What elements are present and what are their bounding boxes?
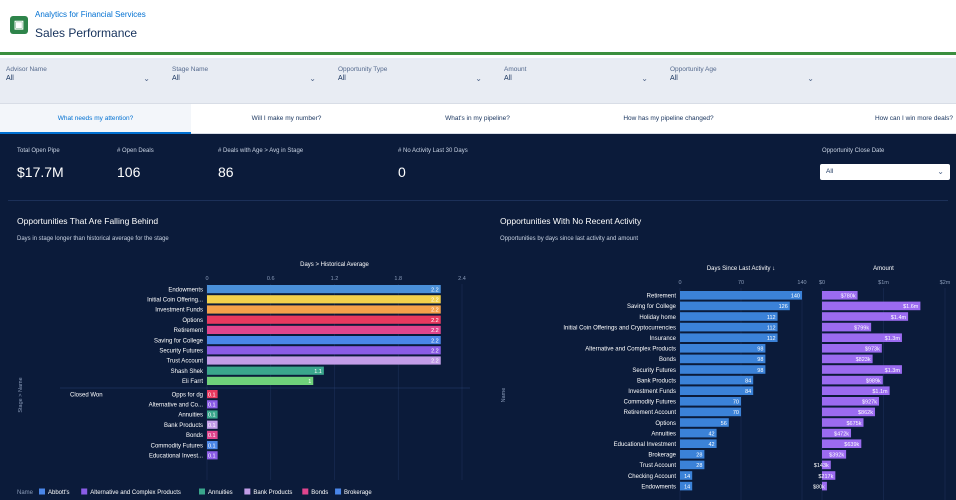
tab-attention[interactable]: What needs my attention? [0, 104, 191, 134]
filter-bar: Advisor Name All ⌄ Stage Name All ⌄ Oppo… [0, 58, 956, 104]
close-date-label: Opportunity Close Date [822, 148, 885, 154]
chevron-down-icon[interactable]: ⌄ [309, 74, 316, 83]
filter-value: All [6, 75, 14, 82]
filter-label: Opportunity Age [670, 66, 717, 73]
building-icon: ▣ [10, 16, 28, 34]
close-date-value: All [826, 168, 834, 175]
dashboard-panel: Total Open Pipe $17.7M # Open Deals 106 … [0, 134, 956, 500]
chevron-down-icon[interactable]: ⌄ [475, 74, 482, 83]
kpi-label: # No Activity Last 30 Days [398, 148, 468, 154]
filter-value: All [338, 75, 346, 82]
kpi-value: 0 [398, 164, 406, 180]
app-header: ▣ Analytics for Financial Services Sales… [0, 0, 956, 55]
filter-value: All [504, 75, 512, 82]
close-date-select[interactable]: All ⌄ [820, 164, 950, 180]
filter-advisor-name[interactable]: Advisor Name All ⌄ [6, 66, 156, 94]
filter-opportunity-age[interactable]: Opportunity Age All ⌄ [670, 66, 820, 94]
filter-opportunity-type[interactable]: Opportunity Type All ⌄ [338, 66, 488, 94]
left-chart-title: Opportunities That Are Falling Behind [17, 216, 159, 226]
tab-pipeline-changed[interactable]: How has my pipeline changed? [573, 104, 764, 134]
kpi-value: 86 [218, 164, 234, 180]
chevron-down-icon[interactable]: ⌄ [937, 167, 944, 176]
right-chart-subtitle: Opportunities by days since last activit… [500, 236, 639, 242]
right-chart-title: Opportunities With No Recent Activity [500, 216, 642, 226]
kpi-value: $17.7M [17, 164, 64, 180]
page-title: Sales Performance [35, 26, 138, 40]
tab-make-number[interactable]: Will I make my number? [191, 104, 382, 134]
filter-label: Amount [504, 66, 527, 73]
chevron-down-icon[interactable]: ⌄ [807, 74, 814, 83]
kpi-label: Total Open Pipe [17, 148, 60, 154]
kpi-value: 106 [117, 164, 141, 180]
tab-pipeline[interactable]: What's in my pipeline? [382, 104, 573, 134]
kpi-label: # Open Deals [117, 148, 154, 154]
filter-value: All [172, 75, 180, 82]
tab-win-more[interactable]: How can I win more deals? [764, 104, 955, 134]
divider [8, 200, 948, 201]
filter-amount[interactable]: Amount All ⌄ [504, 66, 654, 94]
filter-label: Stage Name [172, 66, 209, 73]
kpi-label: # Deals with Age > Avg in Stage [218, 148, 304, 154]
filter-value: All [670, 75, 678, 82]
app-subtitle[interactable]: Analytics for Financial Services [35, 10, 146, 19]
chevron-down-icon[interactable]: ⌄ [143, 74, 150, 83]
filter-label: Advisor Name [6, 66, 47, 73]
left-chart-subtitle: Days in stage longer than historical ave… [17, 236, 169, 242]
filter-label: Opportunity Type [338, 66, 388, 73]
filter-stage-name[interactable]: Stage Name All ⌄ [172, 66, 322, 94]
tab-bar: What needs my attention? Will I make my … [0, 104, 956, 134]
chevron-down-icon[interactable]: ⌄ [641, 74, 648, 83]
